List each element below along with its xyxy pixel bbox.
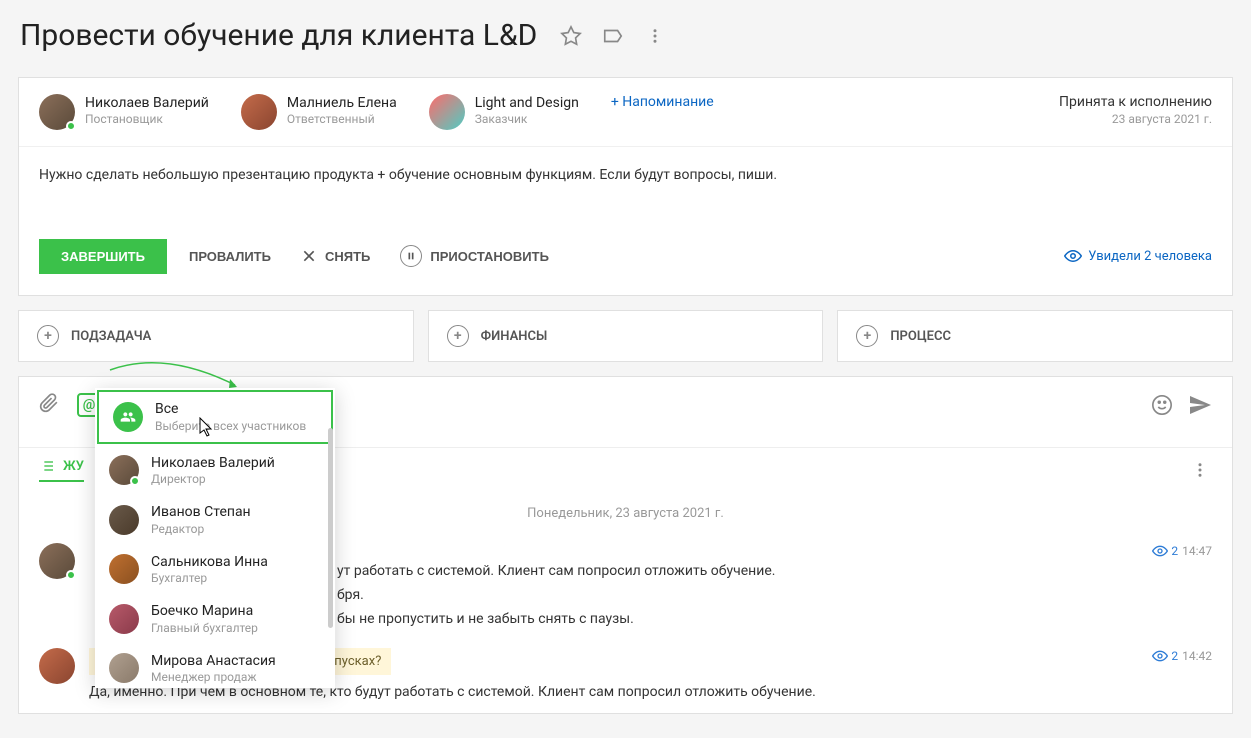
task-title: Провести обучение для клиента L&D (20, 18, 537, 53)
seen-link[interactable]: Увидели 2 человека (1064, 247, 1212, 265)
star-icon[interactable] (559, 24, 583, 48)
message-meta: 2 14:42 (1152, 648, 1212, 664)
mention-avatar (109, 505, 139, 535)
mention-dropdown: Все Выберите всех участников Николаев Ва… (95, 388, 335, 688)
mention-role: Бухгалтер (151, 571, 268, 585)
status-date: 23 августа 2021 г. (1059, 112, 1212, 126)
mention-avatar (109, 653, 139, 683)
people-icon (113, 402, 143, 432)
task-card: Николаев Валерий Постановщик Малниель Ел… (18, 77, 1233, 296)
mention-role: Редактор (151, 522, 251, 536)
plus-icon: + (37, 325, 59, 347)
message-avatar[interactable] (39, 648, 75, 684)
mention-name: Иванов Степан (151, 504, 251, 522)
complete-button[interactable]: Завершить (39, 239, 167, 274)
mention-item[interactable]: Сальникова Инна Бухгалтер (95, 545, 335, 595)
mention-name: Все (155, 401, 306, 419)
pause-button[interactable]: Приостановить (392, 237, 557, 275)
creator-role: Постановщик (85, 112, 209, 126)
compose-right (1150, 393, 1212, 417)
status-block: Принята к исполнению 23 августа 2021 г. (1059, 94, 1212, 126)
subtask-button[interactable]: + Подзадача (18, 310, 414, 362)
scrollbar[interactable] (328, 428, 333, 628)
attach-icon[interactable] (39, 393, 59, 417)
emoji-icon[interactable] (1150, 393, 1174, 417)
process-button[interactable]: + Процесс (837, 310, 1233, 362)
responsible-role: Ответственный (287, 112, 397, 126)
views-count[interactable]: 2 (1152, 648, 1178, 664)
reminder-link[interactable]: + Напоминание (611, 94, 714, 110)
mention-name: Боечко Марина (151, 603, 258, 621)
tab-journal[interactable]: Жу (39, 458, 84, 482)
cancel-button[interactable]: Снять (293, 240, 378, 272)
send-icon[interactable] (1188, 393, 1212, 417)
client-role: Заказчик (475, 112, 579, 126)
sub-actions-row: + Подзадача + Финансы + Процесс (18, 310, 1233, 362)
task-header: Провести обучение для клиента L&D (0, 0, 1251, 77)
task-description: Нужно сделать небольшую презентацию прод… (19, 147, 1232, 223)
finance-button[interactable]: + Финансы (428, 310, 824, 362)
mention-item-all[interactable]: Все Выберите всех участников (97, 390, 333, 444)
plus-icon: + (856, 325, 878, 347)
mention-item[interactable]: Боечко Марина Главный бухгалтер (95, 594, 335, 644)
views-count[interactable]: 2 (1152, 543, 1178, 559)
people-row: Николаев Валерий Постановщик Малниель Ел… (19, 78, 1232, 147)
message-avatar[interactable] (39, 543, 75, 579)
actions-row: Завершить Провалить Снять Приостановить … (19, 223, 1232, 295)
creator-avatar (39, 94, 75, 130)
client[interactable]: Light and Design Заказчик (429, 94, 579, 130)
mention-role: Директор (151, 472, 275, 486)
status-label: Принята к исполнению (1059, 94, 1212, 110)
responsible[interactable]: Малниель Елена Ответственный (241, 94, 397, 130)
client-name: Light and Design (475, 94, 579, 112)
responsible-avatar (241, 94, 277, 130)
creator-name: Николаев Валерий (85, 94, 209, 112)
mention-name: Сальникова Инна (151, 554, 268, 572)
mention-role: Менеджер продаж (151, 670, 276, 684)
plus-icon: + (447, 325, 469, 347)
mention-avatar (109, 554, 139, 584)
client-avatar (429, 94, 465, 130)
tag-icon[interactable] (601, 24, 625, 48)
responsible-name: Малниель Елена (287, 94, 397, 112)
mention-name: Николаев Валерий (151, 455, 275, 473)
tabs-more-icon[interactable] (1188, 458, 1212, 482)
header-actions (559, 24, 667, 48)
pause-icon (400, 245, 422, 267)
message-meta: 2 14:47 (1152, 543, 1212, 559)
message-time: 14:47 (1182, 544, 1212, 558)
mention-item[interactable]: Николаев Валерий Директор (95, 446, 335, 496)
message-time: 14:42 (1182, 649, 1212, 663)
mention-role: Главный бухгалтер (151, 621, 258, 635)
more-icon[interactable] (643, 24, 667, 48)
mention-name: Мирова Анастасия (151, 653, 276, 671)
creator[interactable]: Николаев Валерий Постановщик (39, 94, 209, 130)
fail-button[interactable]: Провалить (181, 241, 279, 272)
mention-item[interactable]: Иванов Степан Редактор (95, 495, 335, 545)
mention-role: Выберите всех участников (155, 419, 306, 433)
mention-item[interactable]: Мирова Анастасия Менеджер продаж (95, 644, 335, 689)
mention-avatar (109, 455, 139, 485)
mention-avatar (109, 604, 139, 634)
